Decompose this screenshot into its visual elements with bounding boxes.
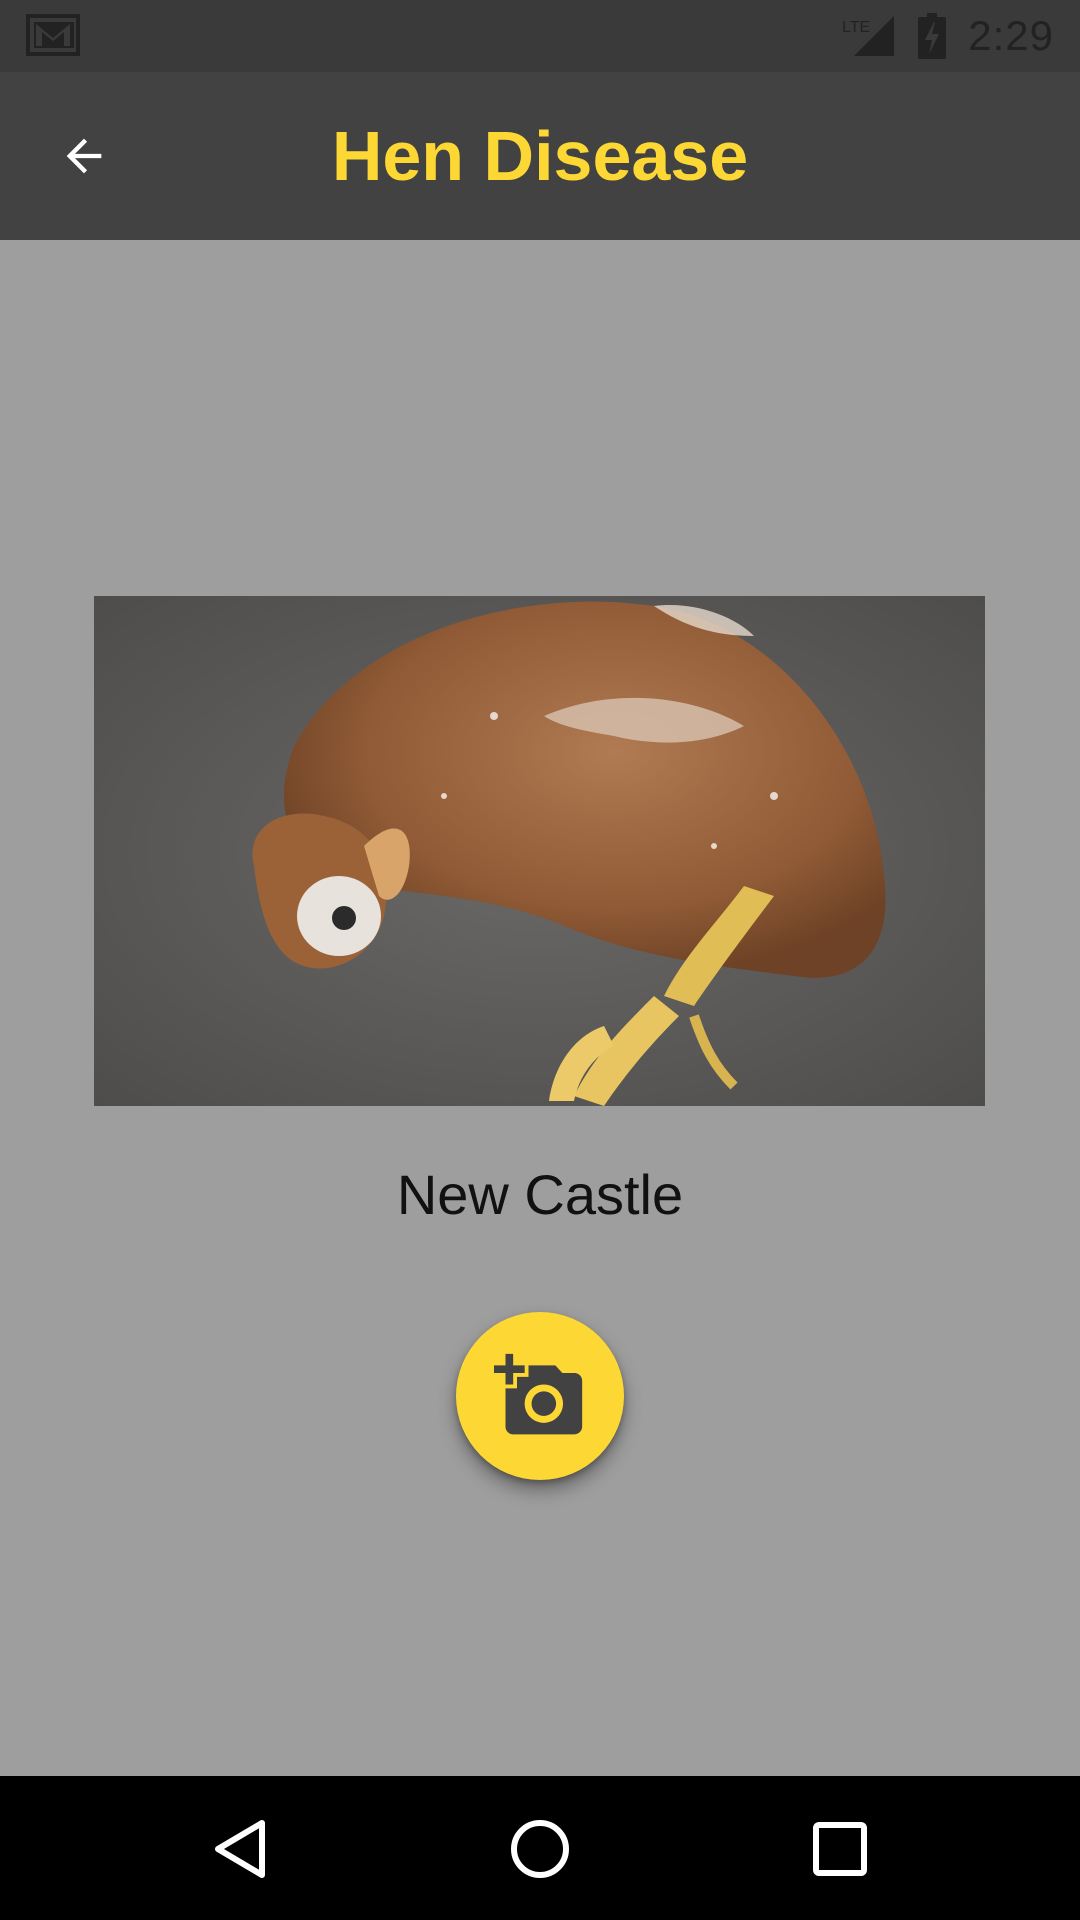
disease-image xyxy=(94,596,985,1106)
add-a-photo-icon xyxy=(494,1353,583,1435)
nav-back-icon xyxy=(215,1820,265,1878)
add-photo-button[interactable] xyxy=(456,1312,624,1480)
arrow-back-icon xyxy=(66,138,102,174)
page-title: Hen Disease xyxy=(331,117,749,195)
back-button[interactable] xyxy=(44,116,124,196)
lte-signal-icon: LTE xyxy=(842,16,895,56)
screen: LTE 2:29 Hen Disease New Castle xyxy=(0,0,1080,1920)
nav-back-button[interactable] xyxy=(195,1804,285,1894)
nav-recents-button[interactable] xyxy=(795,1804,885,1894)
disease-name: New Castle xyxy=(396,1163,684,1226)
status-time: 2:29 xyxy=(968,12,1054,59)
status-bar: LTE 2:29 xyxy=(0,0,1080,72)
status-icons: LTE 2:29 xyxy=(842,10,1054,62)
nav-recents-icon xyxy=(813,1822,867,1876)
lte-label: LTE xyxy=(842,19,870,36)
gmail-notification-icon xyxy=(26,14,80,56)
battery-charging-icon xyxy=(918,13,947,59)
nav-home-icon xyxy=(511,1820,569,1878)
app-bar: Hen Disease xyxy=(0,72,1080,240)
nav-home-button[interactable] xyxy=(495,1804,585,1894)
navigation-bar xyxy=(0,1776,1080,1920)
